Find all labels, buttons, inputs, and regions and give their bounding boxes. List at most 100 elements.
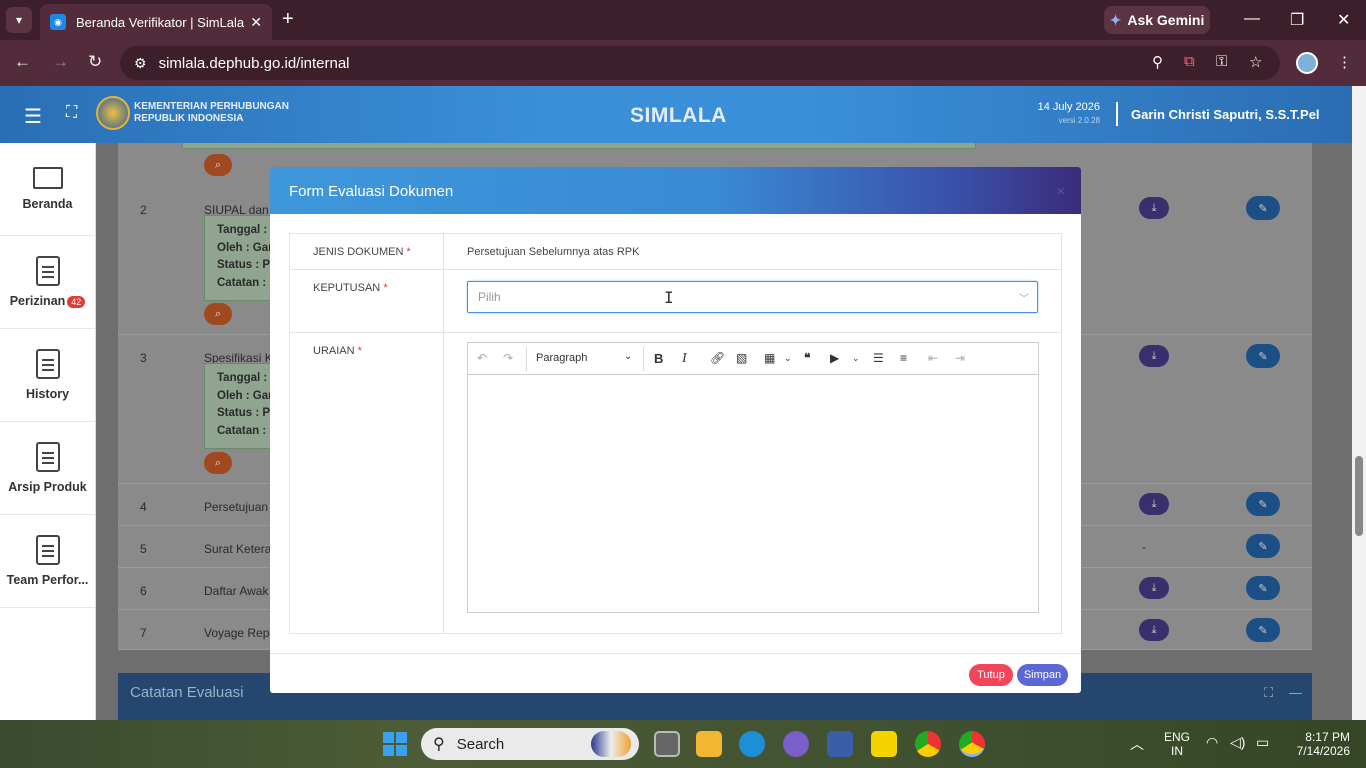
form-table: JENIS DOKUMEN * Persetujuan Sebelumnya a… (289, 233, 1062, 634)
sidebar-item-perizinan[interactable]: Perizinan 42 (0, 236, 95, 329)
blockquote-icon[interactable]: ❝ (804, 351, 810, 365)
modal-footer: Tutup Simpan (270, 653, 1081, 693)
site-info-icon[interactable]: ⚙ (134, 55, 147, 72)
numbered-list-icon[interactable]: ≡ (900, 351, 907, 365)
download-button[interactable]: ⤓ (1139, 345, 1169, 367)
required-mark: * (406, 246, 411, 258)
password-key-icon[interactable]: ⚿ (1216, 53, 1227, 70)
row-number: 2 (140, 203, 147, 217)
edit-button[interactable]: ✎ (1246, 534, 1280, 558)
wifi-icon[interactable]: ◠ (1206, 734, 1218, 751)
sidebar-item-arsip-produk[interactable]: Arsip Produk (0, 422, 95, 515)
sidebar-item-beranda[interactable]: Beranda (0, 143, 95, 236)
browser-tab[interactable]: ◉ Beranda Verifikator | SimLala ✕ (40, 4, 272, 40)
row-document-name: Daftar Awak K (204, 584, 280, 598)
row-number: 7 (140, 626, 147, 640)
rich-text-editor: ↶ ↷ Paragraph ⌄ B I 🔗︎ ▧ ▦ ⌄ ❝ ▶ ⌄ ☰ ≡ ⇤… (467, 342, 1039, 613)
clock[interactable]: 8:17 PM 7/14/2026 (1286, 730, 1350, 758)
download-button[interactable]: ⤓ (1139, 619, 1169, 641)
detail-line: Oleh : Gar (217, 241, 273, 254)
modal-close-icon[interactable]: × (1056, 183, 1065, 200)
install-app-icon[interactable]: ⧉ (1184, 53, 1195, 70)
tray-chevron-icon[interactable]: ︿ (1130, 734, 1144, 754)
menu-dots-icon[interactable]: ⋮ (1337, 53, 1352, 71)
outdent-icon[interactable]: ⇤ (928, 351, 938, 365)
edit-button[interactable]: ✎ (1246, 618, 1280, 642)
windows-start-icon[interactable] (383, 732, 407, 756)
bulleted-list-icon[interactable]: ☰ (873, 351, 884, 365)
camera-app-icon[interactable] (827, 731, 853, 757)
form-row-keputusan: KEPUTUSAN * Pilih ﹀ (290, 270, 1061, 333)
football-widget-icon[interactable] (591, 731, 631, 757)
panel-title: Catatan Evaluasi (130, 684, 244, 701)
browser-toolbar: ← → ↻ ⚙ simlala.dephub.go.id/internal ⚲ … (0, 40, 1366, 86)
edit-button[interactable]: ✎ (1246, 196, 1280, 220)
fullscreen-icon[interactable]: ⛶ (66, 104, 77, 122)
search-button[interactable]: ⌕ (204, 154, 232, 176)
bookmark-star-icon[interactable]: ☆ (1249, 53, 1262, 71)
tab-search-button[interactable]: ▾ (6, 7, 32, 33)
document-icon (35, 535, 60, 565)
zoom-icon[interactable]: ⚲ (1152, 53, 1163, 71)
edit-button[interactable]: ✎ (1246, 492, 1280, 516)
insert-media-icon[interactable]: ▶ (830, 351, 839, 365)
hamburger-icon[interactable]: ☰ (24, 104, 42, 129)
search-button[interactable]: ⌕ (204, 452, 232, 474)
insert-image-icon[interactable]: ▧ (736, 351, 747, 365)
chrome-icon[interactable] (915, 731, 941, 757)
link-icon[interactable]: 🔗︎ (710, 351, 725, 365)
file-explorer-icon[interactable] (696, 731, 722, 757)
edge-browser-icon[interactable] (739, 731, 765, 757)
jenis-value: Persetujuan Sebelumnya atas RPK (467, 246, 640, 258)
address-bar[interactable]: ⚙ simlala.dephub.go.id/internal (120, 46, 1280, 80)
keputusan-select[interactable]: Pilih ﹀ (467, 281, 1038, 313)
lang-line-2: IN (1171, 744, 1183, 758)
row-document-name: Voyage Repor (204, 626, 281, 640)
undo-icon[interactable]: ↶ (477, 351, 487, 365)
download-button[interactable]: ⤓ (1139, 493, 1169, 515)
volume-icon[interactable]: ◁) (1230, 734, 1245, 751)
app-icon[interactable] (783, 731, 809, 757)
edit-button[interactable]: ✎ (1246, 576, 1280, 600)
search-button[interactable]: ⌕ (204, 303, 232, 325)
page-scrollbar[interactable] (1352, 86, 1366, 720)
italic-icon[interactable]: I (682, 351, 687, 367)
toolbar-divider (643, 347, 644, 371)
expand-icon[interactable]: ⛶ (1264, 685, 1273, 701)
chrome-active-icon[interactable] (959, 731, 985, 757)
new-tab-icon[interactable]: + (282, 8, 294, 31)
indent-icon[interactable]: ⇥ (955, 351, 965, 365)
text-cursor-icon: I (664, 288, 674, 307)
bold-icon[interactable]: B (654, 351, 663, 366)
simpan-button[interactable]: Simpan (1017, 664, 1068, 686)
user-name[interactable]: Garin Christi Saputri, S.S.T.Pel (1131, 107, 1320, 122)
download-button[interactable]: ⤓ (1139, 197, 1169, 219)
ask-gemini-button[interactable]: ✦ Ask Gemini (1104, 6, 1210, 34)
reload-icon[interactable]: ↻ (88, 52, 102, 72)
back-icon[interactable]: ← (14, 52, 31, 72)
sidebar-item-history[interactable]: History (0, 329, 95, 422)
task-view-icon[interactable] (654, 731, 680, 757)
paragraph-dropdown[interactable]: Paragraph (536, 352, 587, 364)
edit-button[interactable]: ✎ (1246, 344, 1280, 368)
restore-icon[interactable]: ❐ (1290, 10, 1304, 30)
tutup-button[interactable]: Tutup (969, 664, 1013, 686)
forward-icon[interactable]: → (52, 52, 69, 72)
scrollbar-thumb[interactable] (1355, 456, 1363, 536)
download-button[interactable]: ⤓ (1139, 577, 1169, 599)
sticky-notes-icon[interactable] (871, 731, 897, 757)
profile-avatar[interactable] (1296, 52, 1318, 74)
window-close-icon[interactable]: ✕ (1337, 10, 1350, 30)
battery-icon[interactable]: ▭ (1256, 734, 1269, 751)
collapse-icon[interactable]: — (1289, 685, 1302, 700)
language-indicator[interactable]: ENG IN (1160, 730, 1194, 758)
insert-table-icon[interactable]: ▦ (764, 351, 775, 365)
editor-content-area[interactable] (468, 375, 1038, 612)
sidebar-item-team-performance[interactable]: Team Perfor... (0, 515, 95, 608)
minimize-icon[interactable]: — (1244, 10, 1260, 28)
tab-title: Beranda Verifikator | SimLala (76, 14, 245, 30)
sidebar-item-label: History (25, 387, 70, 401)
tab-close-icon[interactable]: ✕ (250, 14, 262, 31)
redo-icon[interactable]: ↷ (503, 351, 513, 365)
uraian-label-text: URAIAN (313, 345, 355, 357)
